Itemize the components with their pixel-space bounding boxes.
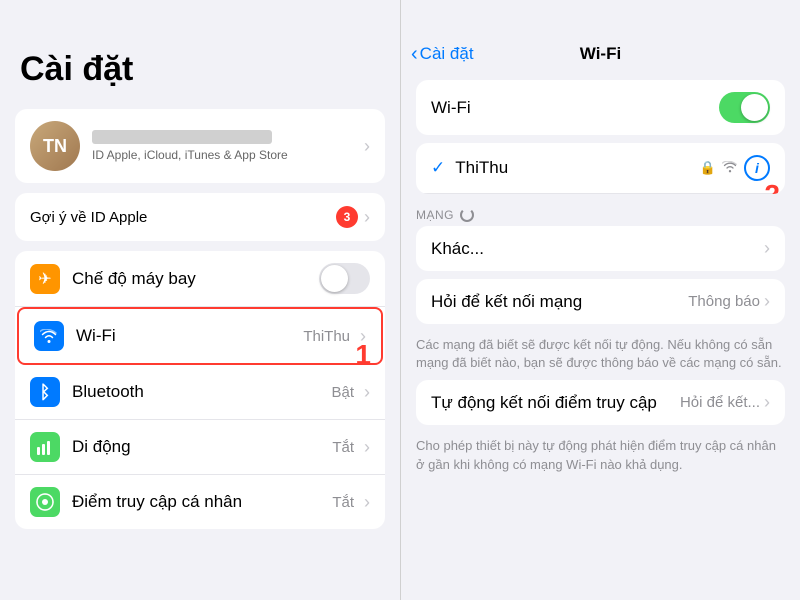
checkmark-icon: ✓	[431, 158, 445, 178]
ask-join-group: Hỏi để kết nối mạng Thông báo ›	[416, 279, 785, 324]
cellular-value: Tắt	[332, 439, 354, 456]
bluetooth-chevron-icon: ›	[364, 382, 370, 403]
info-button-wrap: i 2	[744, 155, 770, 181]
cellular-icon	[30, 432, 60, 462]
auto-join-label: Tự động kết nối điểm truy cập	[431, 393, 657, 413]
mang-section-header: MẠNG	[401, 202, 800, 226]
ask-join-chevron-icon: ›	[764, 291, 770, 312]
auto-join-chevron-icon: ›	[764, 392, 770, 413]
network-group: ✓ ThiThu 🔒 i 2	[416, 143, 785, 194]
hotspot-value: Tắt	[332, 494, 354, 511]
hotspot-label: Điểm truy cập cá nhân	[72, 492, 332, 512]
profile-info: ID Apple, iCloud, iTunes & App Store	[92, 130, 288, 162]
profile-name-bar	[92, 130, 272, 144]
mang-label: MẠNG	[416, 208, 785, 222]
cellular-row[interactable]: Di động Tắt ›	[15, 420, 385, 475]
bluetooth-value-area: Bật ›	[331, 382, 370, 403]
number-2-annotation: 2	[764, 179, 780, 194]
auto-join-value: Hỏi để kết...	[680, 394, 760, 411]
right-content: Wi-Fi ✓ ThiThu 🔒	[401, 72, 800, 600]
wifi-toggle-switch[interactable]	[719, 92, 770, 123]
loading-spinner-icon	[460, 208, 474, 222]
cellular-label: Di động	[72, 437, 332, 457]
connected-network-row[interactable]: ✓ ThiThu 🔒 i 2	[416, 143, 785, 194]
wifi-current-network: ThiThu	[303, 328, 350, 345]
ask-join-value: Thông báo	[688, 293, 760, 310]
right-title: Wi-Fi	[580, 44, 621, 64]
settings-group: ✈ Chế độ máy bay Wi-Fi ThiThu › 1	[15, 251, 385, 529]
suggestion-badge-area: 3 ›	[336, 206, 370, 228]
auto-join-row[interactable]: Tự động kết nối điểm truy cập Hỏi để kết…	[416, 380, 785, 425]
bluetooth-label: Bluetooth	[72, 382, 331, 402]
other-network-row[interactable]: Khác... ›	[416, 226, 785, 271]
wifi-label: Wi-Fi	[76, 326, 303, 346]
cellular-chevron-icon: ›	[364, 437, 370, 458]
bluetooth-row[interactable]: ᛒ Bluetooth Bật ›	[15, 365, 385, 420]
suggestion-chevron-icon: ›	[364, 207, 370, 228]
airplane-icon: ✈	[30, 264, 60, 294]
airplane-toggle[interactable]	[319, 263, 370, 294]
auto-join-group: Tự động kết nối điểm truy cập Hỏi để kết…	[416, 380, 785, 425]
right-header: ‹ Cài đặt Wi-Fi	[401, 0, 800, 72]
other-chevron-icon: ›	[764, 238, 770, 259]
hotspot-icon	[30, 487, 60, 517]
suggestion-label: Gợi ý về ID Apple	[30, 209, 147, 226]
info-button[interactable]: i	[744, 155, 770, 181]
back-label: Cài đặt	[420, 44, 474, 64]
wifi-strength-icon	[722, 160, 738, 177]
lock-icon: 🔒	[700, 160, 716, 176]
avatar: TN	[30, 121, 80, 171]
auto-join-desc: Cho phép thiết bị này tự động phát hiện …	[401, 433, 800, 481]
wifi-setting-label: Wi-Fi	[431, 98, 471, 118]
other-network-group: Khác... ›	[416, 226, 785, 271]
bluetooth-icon: ᛒ	[30, 377, 60, 407]
network-icons-area: 🔒 i 2	[700, 155, 770, 181]
profile-sub: ID Apple, iCloud, iTunes & App Store	[92, 148, 288, 162]
airplane-label: Chế độ máy bay	[72, 269, 319, 289]
wifi-toggle-group: Wi-Fi	[416, 80, 785, 135]
ask-join-label: Hỏi để kết nối mạng	[431, 292, 582, 312]
other-label: Khác...	[431, 239, 484, 259]
suggestion-row[interactable]: Gợi ý về ID Apple 3 ›	[15, 193, 385, 241]
hotspot-value-area: Tắt ›	[332, 492, 370, 513]
ask-join-desc: Các mạng đã biết sẽ được kết nối tự động…	[401, 332, 800, 380]
ask-join-value-area: Thông báo ›	[688, 291, 770, 312]
hotspot-chevron-icon: ›	[364, 492, 370, 513]
page-title: Cài đặt	[20, 50, 380, 89]
left-header: Cài đặt	[0, 0, 400, 99]
auto-join-value-area: Hỏi để kết... ›	[680, 392, 770, 413]
wifi-toggle-row[interactable]: Wi-Fi	[416, 80, 785, 135]
suggestion-badge: 3	[336, 206, 358, 228]
airplane-mode-row[interactable]: ✈ Chế độ máy bay	[15, 251, 385, 307]
airplane-toggle-wrap	[319, 263, 370, 294]
wifi-icon	[34, 321, 64, 351]
profile-chevron-icon: ›	[364, 136, 370, 157]
connected-network-name: ThiThu	[455, 158, 700, 178]
back-chevron-icon: ‹	[411, 43, 418, 66]
hotspot-row[interactable]: Điểm truy cập cá nhân Tắt ›	[15, 475, 385, 529]
profile-left: TN ID Apple, iCloud, iTunes & App Store	[30, 121, 288, 171]
back-button[interactable]: ‹ Cài đặt	[411, 43, 474, 66]
bluetooth-value: Bật	[331, 384, 354, 401]
ask-join-row[interactable]: Hỏi để kết nối mạng Thông báo ›	[416, 279, 785, 324]
right-panel: ‹ Cài đặt Wi-Fi Wi-Fi ✓ ThiThu 🔒	[400, 0, 800, 600]
wifi-row[interactable]: Wi-Fi ThiThu › 1	[17, 307, 383, 365]
profile-row[interactable]: TN ID Apple, iCloud, iTunes & App Store …	[15, 109, 385, 183]
cellular-value-area: Tắt ›	[332, 437, 370, 458]
left-panel: Cài đặt TN ID Apple, iCloud, iTunes & Ap…	[0, 0, 400, 600]
